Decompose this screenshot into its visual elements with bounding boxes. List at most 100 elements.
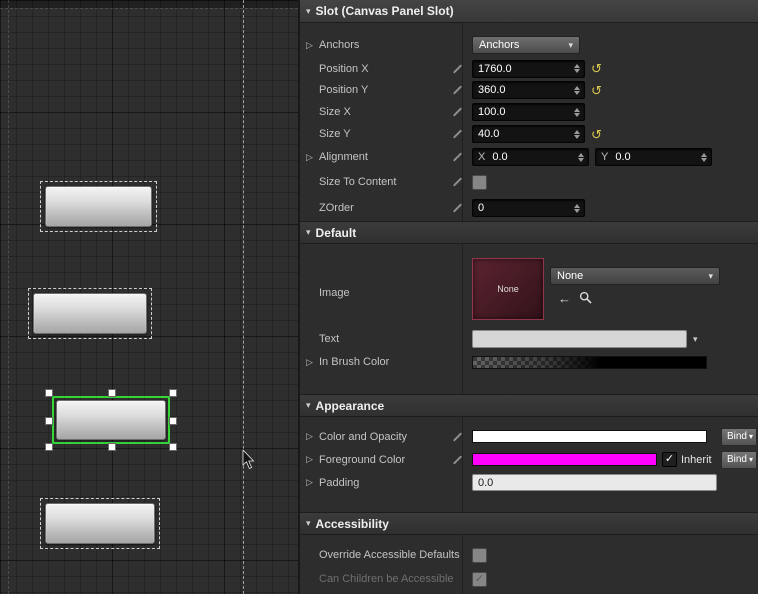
- accessibility-rows: Override Accessible Defaults Can Childre…: [300, 535, 758, 594]
- color-and-opacity-bind-button[interactable]: Bind ▾: [720, 427, 757, 446]
- spinner-icon[interactable]: [572, 83, 582, 97]
- row-text: Text ▾: [300, 328, 758, 350]
- spinner-icon[interactable]: [572, 127, 582, 141]
- appearance-section-header[interactable]: ▾ Appearance: [300, 394, 758, 417]
- revert-icon[interactable]: ↺: [591, 84, 602, 97]
- keyframe-icon[interactable]: [452, 454, 464, 466]
- row-zorder: ZOrder 0: [300, 195, 758, 221]
- image-thumbnail-text: None: [497, 284, 519, 294]
- slot-section-header[interactable]: ▾ Slot (Canvas Panel Slot): [300, 0, 758, 23]
- override-accessible-defaults-label: Override Accessible Defaults: [319, 549, 460, 561]
- revert-icon[interactable]: ↺: [591, 128, 602, 141]
- browse-asset-icon[interactable]: [579, 291, 592, 306]
- row-anchors: ▷ Anchors Anchors ▾: [300, 32, 758, 58]
- keyframe-icon[interactable]: [452, 63, 464, 75]
- padding-value: 0.0: [478, 476, 494, 489]
- size-x-field[interactable]: 100.0: [472, 103, 585, 121]
- text-label: Text: [319, 333, 340, 345]
- position-y-field[interactable]: 360.0: [472, 81, 585, 99]
- can-children-be-accessible-checkbox[interactable]: [472, 571, 487, 587]
- spinner-icon[interactable]: [572, 201, 582, 215]
- widget-outline-4[interactable]: [40, 498, 160, 549]
- resize-handle-bottom-center[interactable]: [108, 443, 116, 451]
- appearance-section-title: Appearance: [315, 398, 385, 413]
- expand-arrow-icon[interactable]: ▷: [306, 431, 315, 442]
- in-brush-color-swatch[interactable]: [472, 355, 707, 369]
- in-brush-color-label: In Brush Color: [319, 356, 390, 368]
- row-padding: ▷ Padding 0.0: [300, 471, 758, 494]
- foreground-color-bind-button[interactable]: Bind ▾: [720, 450, 757, 469]
- position-x-value: 1760.0: [478, 62, 512, 75]
- override-accessible-defaults-checkbox[interactable]: [472, 547, 487, 563]
- zorder-label: ZOrder: [319, 202, 354, 214]
- keyframe-icon[interactable]: [452, 431, 464, 443]
- spinner-icon[interactable]: [572, 62, 582, 76]
- foreground-color-swatch[interactable]: [472, 453, 657, 466]
- size-y-value: 40.0: [478, 128, 500, 140]
- alignment-x-value: 0.0: [492, 151, 508, 163]
- widget-outline-2[interactable]: [28, 288, 152, 339]
- zorder-value: 0: [478, 202, 485, 214]
- canvas-guide-vertical: [243, 0, 244, 594]
- expand-arrow-icon[interactable]: ▷: [306, 152, 315, 163]
- keyframe-icon[interactable]: [452, 128, 464, 140]
- resize-handle-mid-left[interactable]: [45, 417, 53, 425]
- resize-handle-bottom-left[interactable]: [45, 443, 53, 451]
- text-dropdown-caret-icon[interactable]: ▾: [693, 334, 698, 345]
- accessibility-section-title: Accessibility: [315, 516, 389, 531]
- spinner-icon[interactable]: [576, 150, 586, 164]
- keyframe-icon[interactable]: [452, 202, 464, 214]
- resize-handle-top-left[interactable]: [45, 389, 53, 397]
- keyframe-icon[interactable]: [452, 106, 464, 118]
- resize-handle-bottom-right[interactable]: [169, 443, 177, 451]
- resize-handle-top-center[interactable]: [108, 389, 116, 397]
- padding-field[interactable]: 0.0: [472, 474, 717, 491]
- row-size-x: Size X 100.0: [300, 101, 758, 123]
- image-thumbnail[interactable]: None: [472, 258, 544, 320]
- anchors-label: Anchors: [319, 39, 360, 51]
- revert-icon[interactable]: ↺: [591, 62, 602, 75]
- spinner-icon[interactable]: [699, 150, 709, 164]
- row-image: Image None None ▾ ←: [300, 258, 758, 328]
- alignment-x-field[interactable]: X 0.0: [472, 148, 589, 166]
- row-size-to-content: Size To Content: [300, 169, 758, 195]
- row-can-children-be-accessible: Can Children be Accessible: [300, 567, 758, 591]
- size-y-field[interactable]: 40.0: [472, 125, 585, 143]
- zorder-field[interactable]: 0: [472, 199, 585, 217]
- anchors-dropdown[interactable]: Anchors ▾: [472, 36, 580, 54]
- use-selected-asset-icon[interactable]: ←: [558, 292, 571, 305]
- canvas-top-band: [0, 0, 298, 8]
- size-to-content-checkbox[interactable]: [472, 174, 487, 190]
- canvas-button-1[interactable]: [45, 186, 152, 227]
- canvas-button-4[interactable]: [45, 503, 155, 544]
- resize-handle-top-right[interactable]: [169, 389, 177, 397]
- spinner-icon[interactable]: [572, 105, 582, 119]
- canvas-button-2[interactable]: [33, 293, 147, 334]
- inherit-checkbox[interactable]: [662, 452, 677, 467]
- selected-widget[interactable]: [45, 389, 177, 451]
- position-y-label: Position Y: [319, 84, 369, 96]
- default-section-title: Default: [315, 225, 357, 240]
- umg-editor: ▾ Slot (Canvas Panel Slot) ▷ Anchors Anc…: [0, 0, 758, 594]
- size-y-label: Size Y: [319, 128, 351, 140]
- position-y-value: 360.0: [478, 84, 506, 96]
- keyframe-icon[interactable]: [452, 176, 464, 188]
- canvas-button-3[interactable]: [56, 400, 166, 440]
- image-asset-dropdown[interactable]: None ▾: [550, 267, 720, 285]
- alignment-y-field[interactable]: Y 0.0: [595, 148, 712, 166]
- keyframe-icon[interactable]: [452, 84, 464, 96]
- default-section-header[interactable]: ▾ Default: [300, 221, 758, 244]
- alignment-label: Alignment: [319, 151, 368, 163]
- widget-outline-1[interactable]: [40, 181, 157, 232]
- keyframe-icon[interactable]: [452, 151, 464, 163]
- text-input[interactable]: [472, 330, 687, 348]
- accessibility-section-header[interactable]: ▾ Accessibility: [300, 512, 758, 535]
- resize-handle-mid-right[interactable]: [169, 417, 177, 425]
- position-x-field[interactable]: 1760.0: [472, 59, 585, 78]
- expand-arrow-icon[interactable]: ▷: [306, 454, 315, 465]
- expand-arrow-icon[interactable]: ▷: [306, 40, 315, 51]
- expand-arrow-icon[interactable]: ▷: [306, 357, 315, 368]
- designer-canvas[interactable]: [0, 0, 298, 594]
- color-and-opacity-swatch[interactable]: [472, 430, 707, 443]
- expand-arrow-icon[interactable]: ▷: [306, 477, 315, 488]
